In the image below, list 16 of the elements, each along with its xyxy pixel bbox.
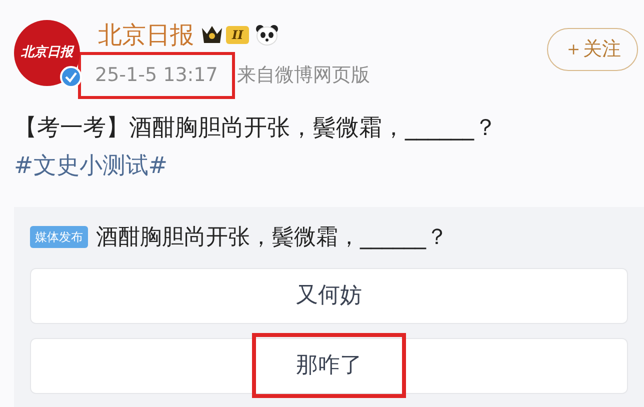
follow-button[interactable]: ＋关注 — [547, 28, 638, 70]
level-badge: II — [226, 26, 250, 44]
hashtag-link[interactable]: #文史小测试# — [14, 152, 168, 178]
option-button[interactable]: 又何妨 — [30, 268, 628, 324]
post-time: 25-1-5 13:17 — [78, 52, 235, 98]
option-label: 又何妨 — [295, 282, 363, 310]
avatar[interactable]: 北京日报 — [14, 20, 80, 86]
avatar-logo-text: 北京日报 — [21, 44, 73, 62]
crown-icon — [200, 24, 224, 46]
post-source: 来自微博网页版 — [236, 63, 370, 88]
media-badge: 媒体发布 — [30, 226, 88, 248]
panda-icon — [255, 24, 280, 46]
post-text: 【考一考】酒酣胸胆尚开张，鬓微霜，______？ #文史小测试# — [13, 114, 498, 180]
option-label: 那咋了 — [252, 333, 406, 398]
author-name[interactable]: 北京日报 — [98, 20, 194, 50]
quiz-question: 酒酣胸胆尚开张，鬓微霜，______？ — [96, 224, 448, 252]
